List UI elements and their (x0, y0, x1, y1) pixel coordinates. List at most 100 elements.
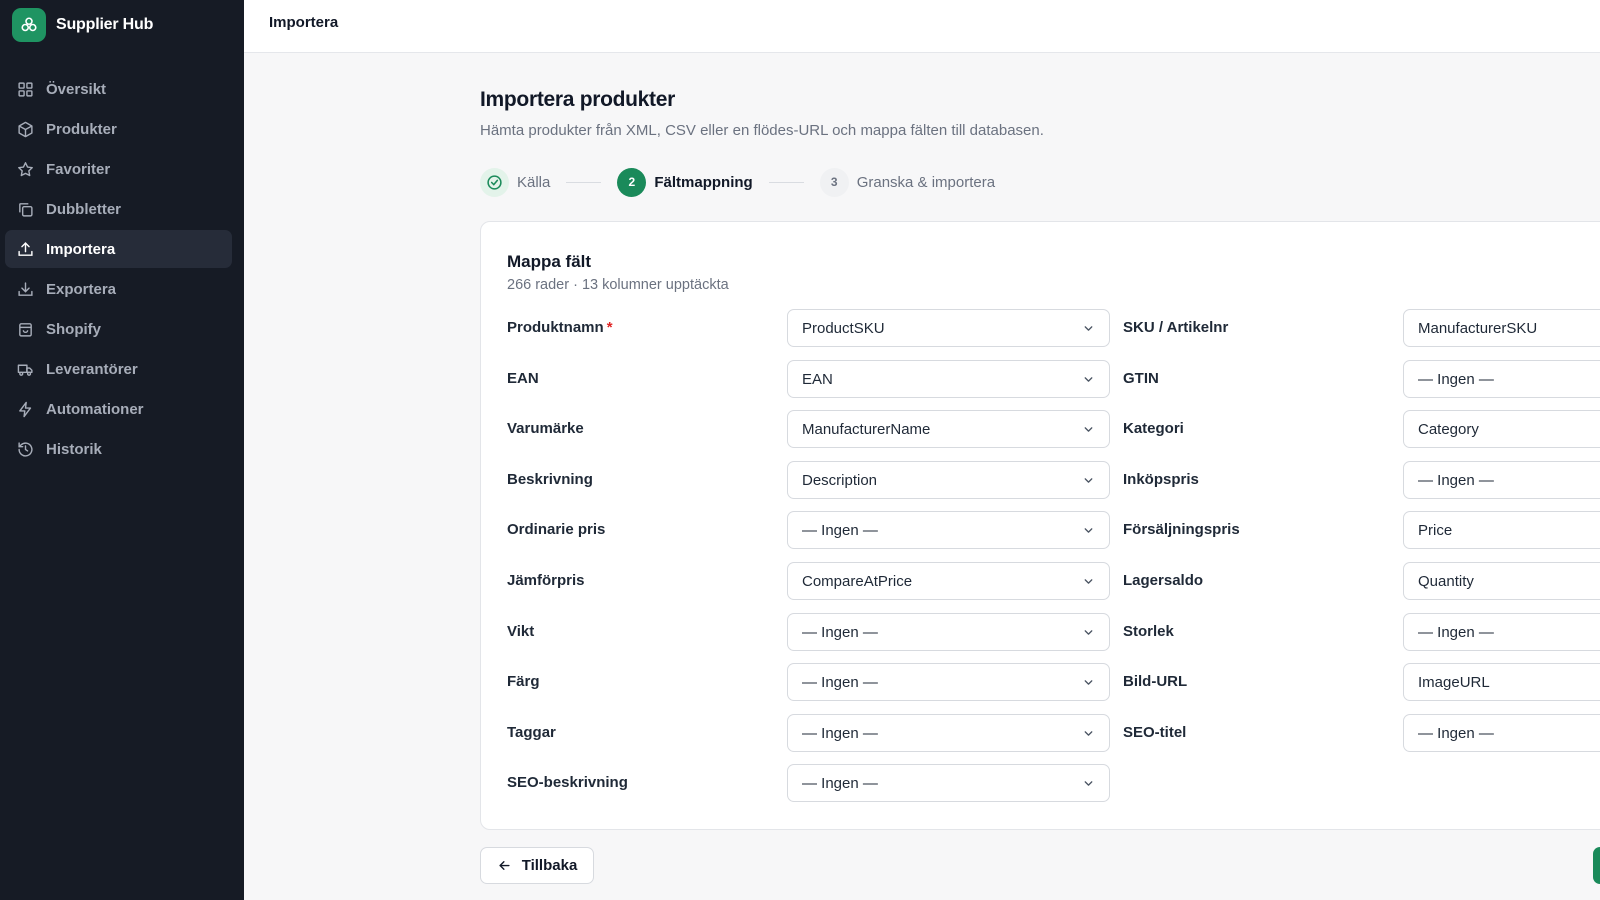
field-label-text: Kategori (1123, 420, 1184, 437)
column-select[interactable]: Quantity (1403, 562, 1600, 600)
check-circle-icon (480, 167, 509, 197)
field-label-text: SKU / Artikelnr (1123, 319, 1229, 336)
package-icon (16, 120, 34, 138)
chevron-down-icon (1082, 474, 1095, 487)
back-button[interactable]: Tillbaka (480, 847, 594, 884)
sidebar-item-dubbletter[interactable]: Dubbletter (5, 190, 232, 228)
field-label: Vikt (507, 613, 534, 651)
column-select[interactable]: ProductSKU (787, 309, 1110, 347)
column-select[interactable]: — Ingen — (787, 764, 1110, 802)
copy-icon (16, 200, 34, 218)
download-icon (16, 280, 34, 298)
field-label-text: SEO-beskrivning (507, 774, 628, 791)
field-label: Varumärke (507, 410, 584, 448)
sidebar-item-label: Leverantörer (46, 360, 138, 378)
column-select[interactable]: — Ingen — (1403, 461, 1600, 499)
field-label: Beskrivning (507, 461, 593, 499)
column-select[interactable]: — Ingen — (787, 511, 1110, 549)
step-number: 3 (819, 167, 849, 197)
page-subtitle: Hämta produkter från XML, CSV eller en f… (480, 122, 1044, 139)
sidebar-item-leverantorer[interactable]: Leverantörer (5, 350, 232, 388)
column-select[interactable]: — Ingen — (1403, 360, 1600, 398)
shopping-bag-icon (16, 320, 34, 338)
field-label: Produktnamn * (507, 309, 613, 347)
field-label: Ordinarie pris (507, 511, 605, 549)
select-value: ManufacturerName (802, 420, 931, 438)
history-icon (16, 440, 34, 458)
field-mapping-card: Mappa fält 266 rader · 13 kolumner upptä… (480, 221, 1600, 830)
topbar-title: Importera (269, 14, 339, 31)
sidebar-nav: Översikt Produkter Favoriter Dubbletter … (5, 70, 232, 470)
step-label: Fältmappning (654, 173, 753, 191)
select-value: ProductSKU (802, 319, 885, 337)
select-value: Price (1418, 521, 1453, 539)
column-select[interactable]: CompareAtPrice (787, 562, 1110, 600)
sidebar-item-favoriter[interactable]: Favoriter (5, 150, 232, 188)
sidebar-item-historik[interactable]: Historik (5, 430, 232, 468)
field-label: Kategori (1123, 410, 1184, 448)
field-label: Försäljningspris (1123, 511, 1240, 549)
step-label: Källa (517, 173, 551, 191)
page-title: Importera produkter (480, 88, 675, 111)
column-select[interactable]: Description (787, 461, 1110, 499)
column-select[interactable]: — Ingen — (787, 663, 1110, 701)
field-label-text: Lagersaldo (1123, 572, 1204, 589)
select-value: — Ingen — (802, 521, 878, 539)
step-label: Granska & importera (856, 173, 996, 191)
field-label-text: SEO-titel (1123, 724, 1187, 741)
column-select[interactable]: Price (1403, 511, 1600, 549)
select-value: — Ingen — (802, 673, 878, 691)
column-select[interactable]: — Ingen — (1403, 613, 1600, 651)
sidebar-item-label: Dubbletter (46, 200, 121, 218)
sidebar-item-exportera[interactable]: Exportera (5, 270, 232, 308)
sidebar-item-produkter[interactable]: Produkter (5, 110, 232, 148)
sidebar-item-automationer[interactable]: Automationer (5, 390, 232, 428)
brand[interactable]: Supplier Hub (12, 8, 153, 42)
column-select[interactable]: — Ingen — (787, 714, 1110, 752)
page-header: Importera produkter Hämta produkter från… (480, 88, 1044, 139)
upload-icon (16, 240, 34, 258)
sidebar-item-label: Översikt (46, 80, 107, 98)
card-title: Mappa fält (507, 252, 592, 271)
select-value: ManufacturerSKU (1418, 319, 1538, 337)
step-number: 2 (617, 167, 647, 197)
sidebar-item-label: Exportera (46, 280, 117, 298)
column-select[interactable]: ManufacturerSKU (1403, 309, 1600, 347)
sidebar-item-label: Produkter (46, 120, 117, 138)
select-value: Quantity (1418, 572, 1474, 590)
field-label-text: EAN (507, 370, 539, 387)
column-select[interactable]: — Ingen — (1403, 714, 1600, 752)
field-label: Lagersaldo (1123, 562, 1203, 600)
sidebar-item-label: Shopify (46, 320, 101, 338)
sidebar-item-shopify[interactable]: Shopify (5, 310, 232, 348)
column-select[interactable]: ImageURL (1403, 663, 1600, 701)
sidebar-item-importera[interactable]: Importera (5, 230, 232, 268)
step-connector (566, 181, 602, 183)
chevron-down-icon (1082, 322, 1095, 335)
field-label-text: Inköpspris (1123, 471, 1199, 488)
select-value: Description (802, 471, 878, 489)
chevron-down-icon (1082, 626, 1095, 639)
select-value: — Ingen — (802, 623, 878, 641)
column-select[interactable]: — Ingen — (787, 613, 1110, 651)
sidebar-item-oversikt[interactable]: Översikt (5, 70, 232, 108)
field-label: Storlek (1123, 613, 1174, 651)
select-value: — Ingen — (1418, 471, 1494, 489)
sidebar: Supplier Hub Översikt Produkter Favorite… (0, 0, 244, 900)
next-button[interactable] (1593, 847, 1600, 884)
chevron-down-icon (1082, 423, 1095, 436)
field-label: Jämförpris (507, 562, 585, 600)
chevron-down-icon (1082, 676, 1095, 689)
select-value: Category (1418, 420, 1479, 438)
step-kalla[interactable]: Källa (480, 167, 551, 197)
truck-icon (16, 360, 34, 378)
column-select[interactable]: ManufacturerName (787, 410, 1110, 448)
column-select[interactable]: EAN (787, 360, 1110, 398)
field-label: SEO-titel (1123, 714, 1186, 752)
app-name: Supplier Hub (56, 16, 154, 33)
topbar: Importera (244, 0, 1600, 53)
select-value: — Ingen — (1418, 370, 1494, 388)
field-label: Inköpspris (1123, 461, 1199, 499)
field-label: EAN (507, 360, 539, 398)
column-select[interactable]: Category (1403, 410, 1600, 448)
